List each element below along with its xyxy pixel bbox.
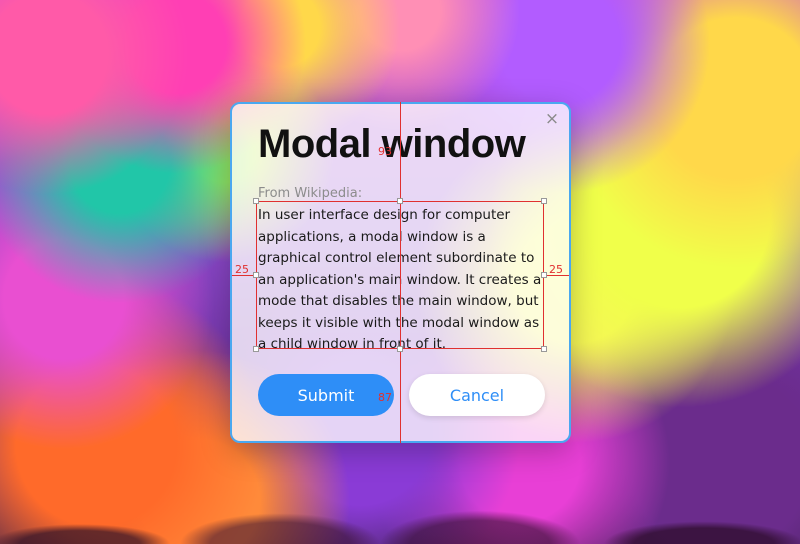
measure-top-label: 93: [378, 145, 392, 158]
resize-handle-top-left[interactable]: [253, 198, 259, 204]
source-label: From Wikipedia:: [258, 186, 363, 201]
close-icon[interactable]: ×: [543, 110, 561, 128]
resize-handle-top[interactable]: [397, 198, 403, 204]
resize-handle-left[interactable]: [253, 272, 259, 278]
cancel-button[interactable]: Cancel: [409, 374, 545, 416]
resize-handle-bottom-left[interactable]: [253, 346, 259, 352]
measure-right-label: 25: [549, 263, 563, 276]
resize-handle-bottom[interactable]: [397, 346, 403, 352]
measure-bottom-label: 87: [378, 391, 392, 404]
measure-left-label: 25: [235, 263, 249, 276]
resize-handle-right[interactable]: [541, 272, 547, 278]
selection-box[interactable]: [256, 201, 544, 349]
resize-handle-top-right[interactable]: [541, 198, 547, 204]
resize-handle-bottom-right[interactable]: [541, 346, 547, 352]
submit-button[interactable]: Submit: [258, 374, 394, 416]
